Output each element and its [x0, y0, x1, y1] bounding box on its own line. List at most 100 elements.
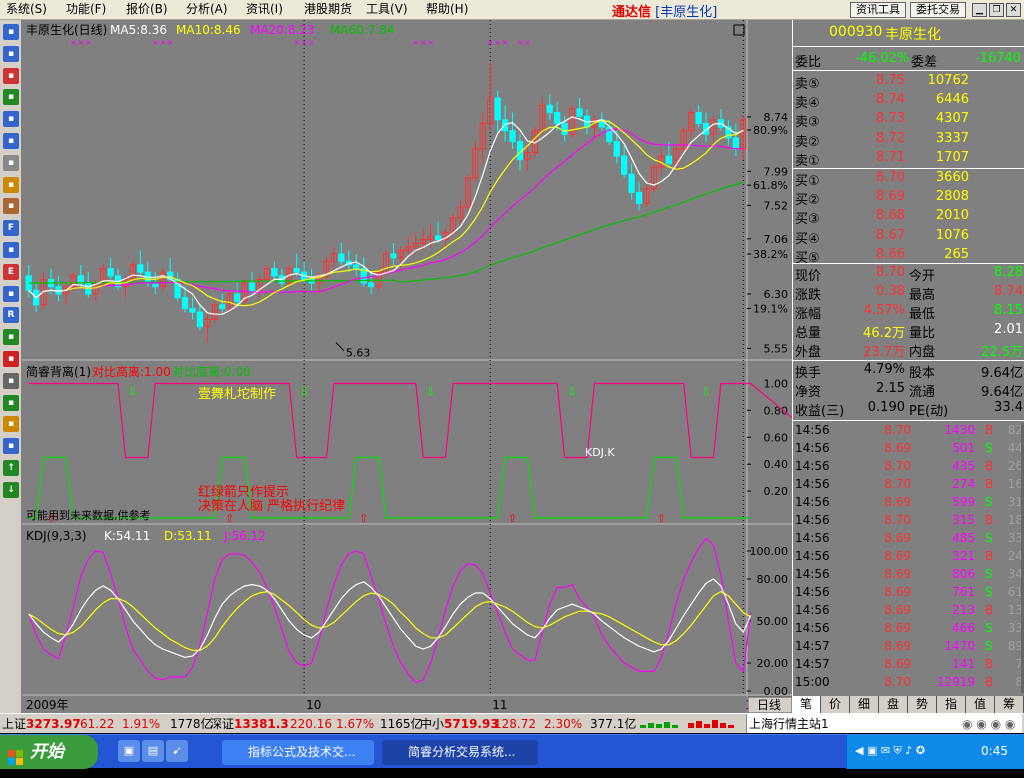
stat-label: 现价 — [795, 269, 822, 284]
tick-side: B — [985, 423, 994, 437]
sell-arrow-icon: ⇩ — [426, 384, 436, 398]
fib-label: 80.9% — [753, 124, 788, 137]
news-tools-button[interactable]: 资讯工具 — [850, 2, 906, 18]
weicha-value: -16740 — [975, 51, 1022, 66]
stat-row: 总量 46.2万 量比 2.01 — [793, 322, 1024, 341]
candle-body — [338, 253, 345, 262]
quote-tab[interactable]: 值 — [966, 696, 995, 713]
bars-icon[interactable]: ▪ — [3, 133, 19, 149]
macd-icon[interactable]: ▪ — [3, 285, 19, 302]
tick-time: 14:56 — [795, 423, 830, 437]
indicator-axis-label: 1.00 — [764, 377, 789, 390]
media-icon[interactable]: ➹ — [166, 740, 188, 762]
stat-label: PE(动) — [909, 404, 949, 419]
order-price: 8.73 — [876, 111, 905, 127]
quote-tab[interactable]: 指 — [937, 696, 966, 713]
stat-value: 4.79% — [863, 362, 905, 377]
signal-marker: × — [167, 38, 174, 47]
export-icon[interactable]: ▪ — [3, 329, 19, 346]
signal-marker: × — [159, 38, 166, 47]
mail-icon[interactable]: ▪ — [3, 176, 19, 193]
stat-label: 收益(三) — [795, 404, 845, 419]
restore-icon[interactable]: ❐ — [989, 3, 1004, 17]
money-icon[interactable]: ▪ — [3, 351, 19, 367]
browser-icon[interactable]: ▤ — [142, 740, 164, 762]
tick-price: 8.69 — [884, 441, 911, 455]
signal-marker: × — [502, 38, 509, 47]
ma-label-4: MA60:7.84 — [330, 23, 395, 37]
candle-body — [621, 155, 628, 175]
minimize-icon[interactable]: ▁ — [972, 3, 987, 17]
down-arrow-icon[interactable]: ↓ — [3, 481, 19, 498]
signal-marker: × — [308, 38, 315, 47]
server-label: 上海行情主站1 — [749, 717, 829, 731]
tick-row: 14:56 8.69 501 S 44 — [793, 441, 1024, 459]
card-icon[interactable]: ▪ — [3, 154, 19, 171]
sz-index[interactable]: 深证13381.3 — [210, 714, 289, 734]
report-icon[interactable]: ▪ — [3, 111, 19, 128]
tick-volume: 599 — [952, 495, 975, 509]
quote-tab[interactable]: 盘 — [879, 696, 908, 713]
task-label: 简睿分析交易系统... — [408, 745, 516, 759]
f10-icon[interactable]: F — [3, 220, 19, 237]
indicator-low-label: 对比底离:0.00 — [172, 364, 251, 379]
order-volume: 4307 — [935, 111, 969, 127]
menu-function[interactable]: 功能(F) — [66, 1, 106, 18]
kline-icon[interactable]: ▪ — [3, 89, 19, 106]
refresh-icon[interactable]: ▪ — [3, 394, 19, 411]
etf-icon[interactable]: E — [3, 263, 19, 280]
rsi-icon[interactable]: R — [3, 307, 19, 324]
candle-body — [189, 307, 196, 313]
up-arrow-icon[interactable]: ↑ — [3, 460, 19, 476]
tick-side: S — [985, 567, 993, 581]
quote-tab[interactable]: 价 — [821, 696, 850, 713]
close-icon[interactable]: ✕ — [1006, 3, 1021, 17]
trade-order-button[interactable]: 委托交易 — [910, 2, 966, 18]
order-price: 8.74 — [876, 92, 905, 108]
pen-icon[interactable]: ▪ — [3, 416, 19, 433]
date-label: 11 — [492, 698, 507, 712]
task-formula-editor[interactable]: 指标公式及技术交... — [222, 740, 374, 765]
menu-info[interactable]: 资讯(I) — [246, 1, 283, 18]
sh-index[interactable]: 上证3273.97 — [2, 714, 81, 734]
task-trading-system[interactable]: 简睿分析交易系统... — [382, 740, 538, 765]
line-chart-icon[interactable]: ▪ — [3, 67, 19, 84]
menu-system[interactable]: 系统(S) — [6, 1, 47, 18]
tick-price: 8.70 — [884, 675, 911, 689]
kdj-k-note: KDJ.K — [585, 446, 615, 459]
sell-row: 卖① 8.71 1707 — [793, 150, 1024, 169]
menu-help[interactable]: 帮助(H) — [426, 1, 468, 18]
list-icon[interactable]: ▪ — [3, 45, 19, 62]
quote-tab[interactable]: 细 — [850, 696, 879, 713]
show-desktop-icon[interactable]: ▣ — [118, 740, 140, 762]
start-button[interactable]: 开始 — [0, 735, 98, 769]
quote-board-icon[interactable]: ▪ — [3, 24, 19, 40]
order-label: 卖① — [795, 153, 820, 169]
order-price: 8.72 — [876, 130, 905, 146]
move-icon[interactable]: ▪ — [3, 438, 19, 455]
order-volume: 265 — [944, 246, 969, 262]
users-icon[interactable]: ▪ — [3, 198, 19, 215]
menu-quote[interactable]: 报价(B) — [126, 1, 168, 18]
zx-index[interactable]: 中小5719.93 — [420, 714, 499, 734]
order-label: 买④ — [795, 231, 820, 247]
price-axis-label: 7.52 — [764, 199, 789, 212]
tick-time: 14:56 — [795, 567, 830, 581]
menu-tools[interactable]: 工具(V) — [366, 1, 408, 18]
tools-icon[interactable]: ▪ — [3, 372, 19, 389]
search-icon[interactable]: ▪ — [3, 242, 19, 258]
chart-canvas[interactable]: 5.556.307.067.527.998.7480.9%61.8%38.2%1… — [22, 20, 954, 714]
sh-value: 3273.97 — [26, 717, 81, 731]
sell-arrow-icon: ⇩ — [701, 384, 711, 398]
tick-time: 14:56 — [795, 531, 830, 545]
quote-tab[interactable]: 筹 — [995, 696, 1024, 713]
order-label: 卖④ — [795, 96, 820, 112]
menu-hk-futures[interactable]: 港股期货 — [304, 1, 352, 18]
kdj-axis-label: 50.00 — [757, 615, 789, 628]
quote-tab[interactable]: 势 — [908, 696, 937, 713]
menu-analysis[interactable]: 分析(A) — [186, 1, 228, 18]
buy-row: 买② 8.69 2808 — [793, 189, 1024, 208]
order-volume: 6446 — [935, 92, 969, 108]
tray-icons[interactable]: ◀ ▣ ✉ ⛨ ♪ ✪ — [855, 744, 925, 758]
quote-tab[interactable]: 笔 — [792, 696, 821, 713]
